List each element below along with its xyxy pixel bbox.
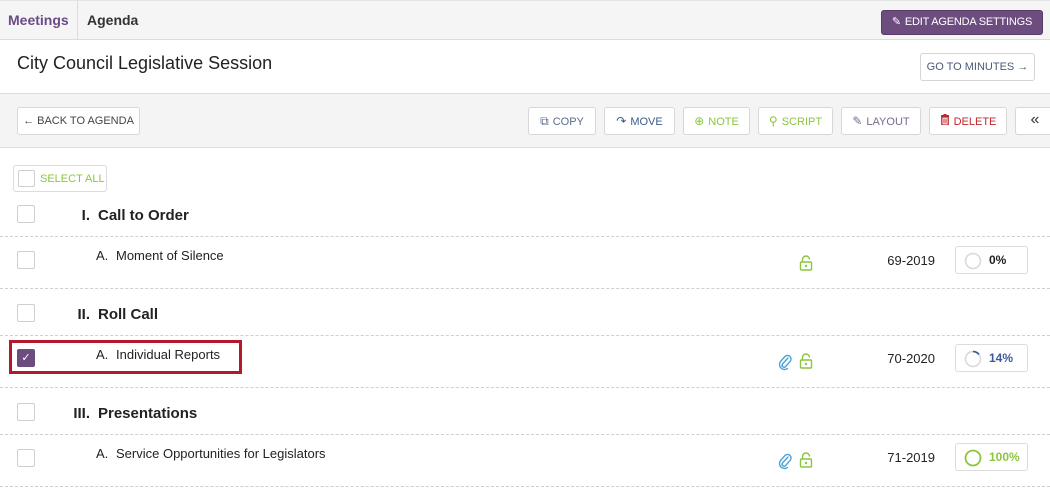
selection-highlight — [9, 340, 242, 374]
select-all-checkbox[interactable] — [18, 170, 35, 187]
section-title[interactable]: Roll Call — [98, 306, 158, 323]
progress-button[interactable]: 100% — [955, 443, 1028, 471]
move-button[interactable]: ↷ MOVE — [604, 107, 675, 135]
tab-meetings[interactable]: Meetings — [0, 1, 78, 40]
back-to-agenda-button[interactable]: ← BACK TO AGENDA — [17, 107, 140, 135]
page-title: City Council Legislative Session — [17, 53, 273, 73]
edit-agenda-settings-label: EDIT AGENDA SETTINGS — [904, 16, 1033, 28]
item-code: 70-2020 — [887, 351, 935, 366]
unlock-icon[interactable] — [799, 353, 813, 369]
agenda-section: III. Presentations — [0, 395, 1050, 435]
script-label: SCRIPT — [781, 116, 823, 128]
section-number: I. — [81, 207, 90, 224]
progress-percent: 0% — [989, 253, 1007, 267]
top-nav: Meetings Agenda ✎ EDIT AGENDA SETTINGS — [0, 0, 1050, 40]
section-checkbox[interactable] — [17, 304, 35, 322]
delete-label: DELETE — [953, 116, 997, 128]
plus-circle-icon: ⊕ — [694, 114, 705, 128]
item-code: 71-2019 — [887, 450, 935, 465]
copy-icon: ⧉ — [540, 114, 549, 128]
trash-icon — [940, 108, 950, 134]
agenda-section: II. Roll Call — [0, 296, 1050, 336]
select-all-label: SELECT ALL — [40, 173, 105, 185]
progress-ring-icon — [964, 350, 982, 368]
item-title[interactable]: Service Opportunities for Legislators — [116, 446, 326, 461]
progress-button[interactable]: 0% — [955, 246, 1028, 274]
item-code: 69-2019 — [887, 253, 935, 268]
agenda-item: A. Service Opportunities for Legislators… — [0, 435, 1050, 487]
delete-button[interactable]: DELETE — [929, 107, 1007, 135]
note-button[interactable]: ⊕ NOTE — [683, 107, 750, 135]
share-arrow-icon: ↷ — [616, 114, 627, 128]
item-title[interactable]: Moment of Silence — [116, 248, 224, 263]
paperclip-icon[interactable] — [778, 353, 792, 371]
unlock-icon[interactable] — [799, 452, 813, 468]
section-title[interactable]: Presentations — [98, 405, 197, 422]
script-button[interactable]: ⚲ SCRIPT — [758, 107, 833, 135]
collapse-panel-button[interactable]: « — [1015, 107, 1050, 135]
tab-agenda[interactable]: Agenda — [87, 1, 138, 40]
progress-ring-icon — [964, 449, 982, 467]
item-checkbox[interactable] — [17, 251, 35, 269]
unlock-icon[interactable] — [799, 255, 813, 271]
layout-label: LAYOUT — [866, 116, 910, 128]
progress-ring-icon — [964, 252, 982, 270]
item-letter: A. — [96, 446, 109, 461]
go-to-minutes-button[interactable]: GO TO MINUTES → — [920, 53, 1035, 81]
agenda-section: I. Call to Order — [0, 197, 1050, 237]
item-letter: A. — [96, 248, 109, 263]
select-all-button[interactable]: SELECT ALL — [13, 165, 107, 192]
toolbar: ← BACK TO AGENDA ⧉ COPY ↷ MOVE ⊕ NOTE ⚲ SCRI… — [0, 94, 1050, 148]
pencil-icon: ✎ — [891, 16, 901, 28]
item-checkbox[interactable] — [17, 449, 35, 467]
section-number: II. — [77, 306, 90, 323]
pencil-icon: ✎ — [852, 114, 863, 128]
paperclip-icon[interactable] — [778, 452, 792, 470]
progress-percent: 100% — [989, 450, 1020, 464]
note-label: NOTE — [708, 116, 739, 128]
section-checkbox[interactable] — [17, 403, 35, 421]
edit-agenda-settings-button[interactable]: ✎ EDIT AGENDA SETTINGS — [881, 10, 1043, 35]
section-number: III. — [73, 405, 90, 422]
copy-label: COPY — [552, 116, 584, 128]
agenda-item: A. Moment of Silence 69-2019 0% — [0, 237, 1050, 289]
section-title[interactable]: Call to Order — [98, 207, 189, 224]
move-label: MOVE — [630, 116, 663, 128]
layout-button[interactable]: ✎ LAYOUT — [841, 107, 921, 135]
title-bar: City Council Legislative Session GO TO M… — [0, 40, 1050, 94]
progress-percent: 14% — [989, 351, 1014, 365]
section-checkbox[interactable] — [17, 205, 35, 223]
progress-button[interactable]: 14% — [955, 344, 1028, 372]
copy-button[interactable]: ⧉ COPY — [528, 107, 596, 135]
search-icon: ⚲ — [768, 114, 778, 128]
